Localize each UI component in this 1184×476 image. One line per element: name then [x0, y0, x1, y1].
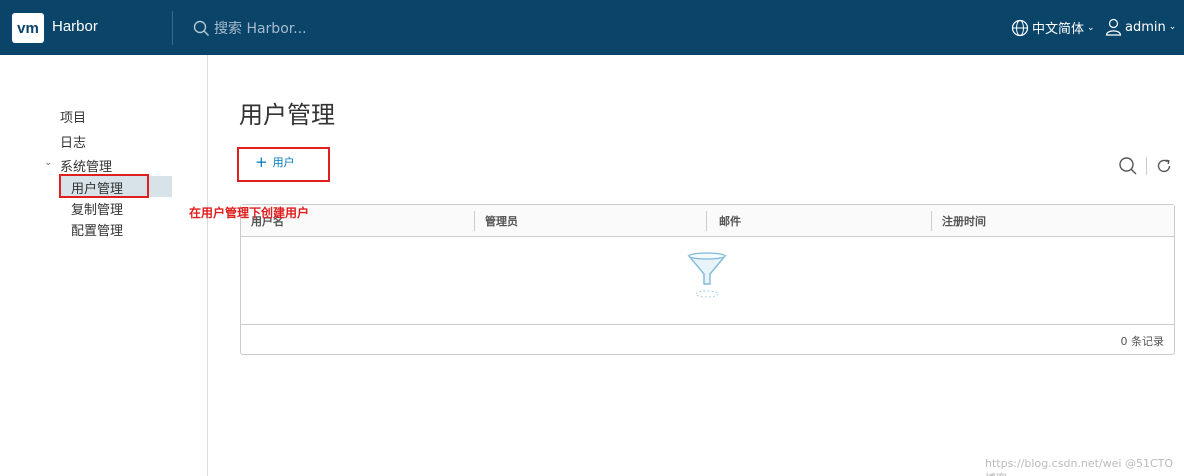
sidebar-group-system-admin[interactable]: 系统管理 — [60, 156, 112, 175]
column-separator[interactable] — [706, 211, 707, 231]
top-header: vm Harbor 搜索 Harbor... 中文简体 ⌄ admin ⌄ — [0, 0, 1184, 55]
record-count: 0 条记录 — [1120, 335, 1165, 348]
header-divider — [172, 11, 173, 45]
empty-filter-icon — [687, 252, 727, 298]
sidebar-item-replication[interactable]: 复制管理 — [71, 199, 123, 218]
column-header-admin[interactable]: 管理员 — [485, 213, 518, 229]
annotation-highlight-box — [59, 174, 149, 198]
table-body — [241, 238, 1174, 324]
add-user-button[interactable]: + 用户 — [255, 154, 295, 170]
column-header-email[interactable]: 邮件 — [719, 213, 741, 229]
user-icon — [1105, 18, 1122, 36]
app-name[interactable]: Harbor — [52, 18, 98, 35]
annotation-text: 在用户管理下创建用户 — [189, 206, 310, 220]
chevron-down-icon: ⌄ — [1168, 22, 1177, 32]
search-icon — [193, 20, 209, 36]
table-toolbar — [1118, 156, 1173, 176]
add-user-label: 用户 — [272, 156, 295, 169]
sidebar — [0, 55, 208, 476]
chevron-down-icon[interactable]: ⌄ — [44, 157, 52, 168]
watermark: https://blog.csdn.net/wei @51CTO博客 — [985, 457, 1174, 476]
sidebar-item-configuration[interactable]: 配置管理 — [71, 220, 123, 239]
vmware-logo[interactable]: vm — [12, 13, 44, 43]
language-selector[interactable]: 中文简体 ⌄ — [1011, 18, 1095, 37]
column-header-registration-time[interactable]: 注册时间 — [942, 213, 986, 229]
globe-icon — [1011, 19, 1029, 36]
plus-icon: + — [255, 153, 268, 171]
users-table: 用户名 管理员 邮件 注册时间 0 条记录 — [240, 204, 1175, 355]
refresh-icon[interactable] — [1155, 157, 1173, 175]
global-search[interactable]: 搜索 Harbor... — [193, 18, 307, 38]
search-input[interactable]: 搜索 Harbor... — [214, 18, 307, 38]
column-separator[interactable] — [931, 211, 932, 231]
language-label: 中文简体 — [1032, 22, 1085, 37]
column-separator[interactable] — [474, 211, 475, 231]
page-title: 用户管理 — [239, 101, 335, 129]
username: admin — [1125, 19, 1166, 35]
sidebar-item-logs[interactable]: 日志 — [60, 132, 86, 151]
user-menu[interactable]: admin ⌄ — [1105, 18, 1176, 36]
table-header: 用户名 管理员 邮件 注册时间 — [241, 205, 1174, 237]
table-footer: 0 条记录 — [241, 324, 1174, 354]
toolbar-divider — [1146, 157, 1147, 175]
search-icon[interactable] — [1118, 156, 1138, 176]
chevron-down-icon: ⌄ — [1087, 22, 1095, 33]
sidebar-item-projects[interactable]: 项目 — [60, 107, 86, 126]
